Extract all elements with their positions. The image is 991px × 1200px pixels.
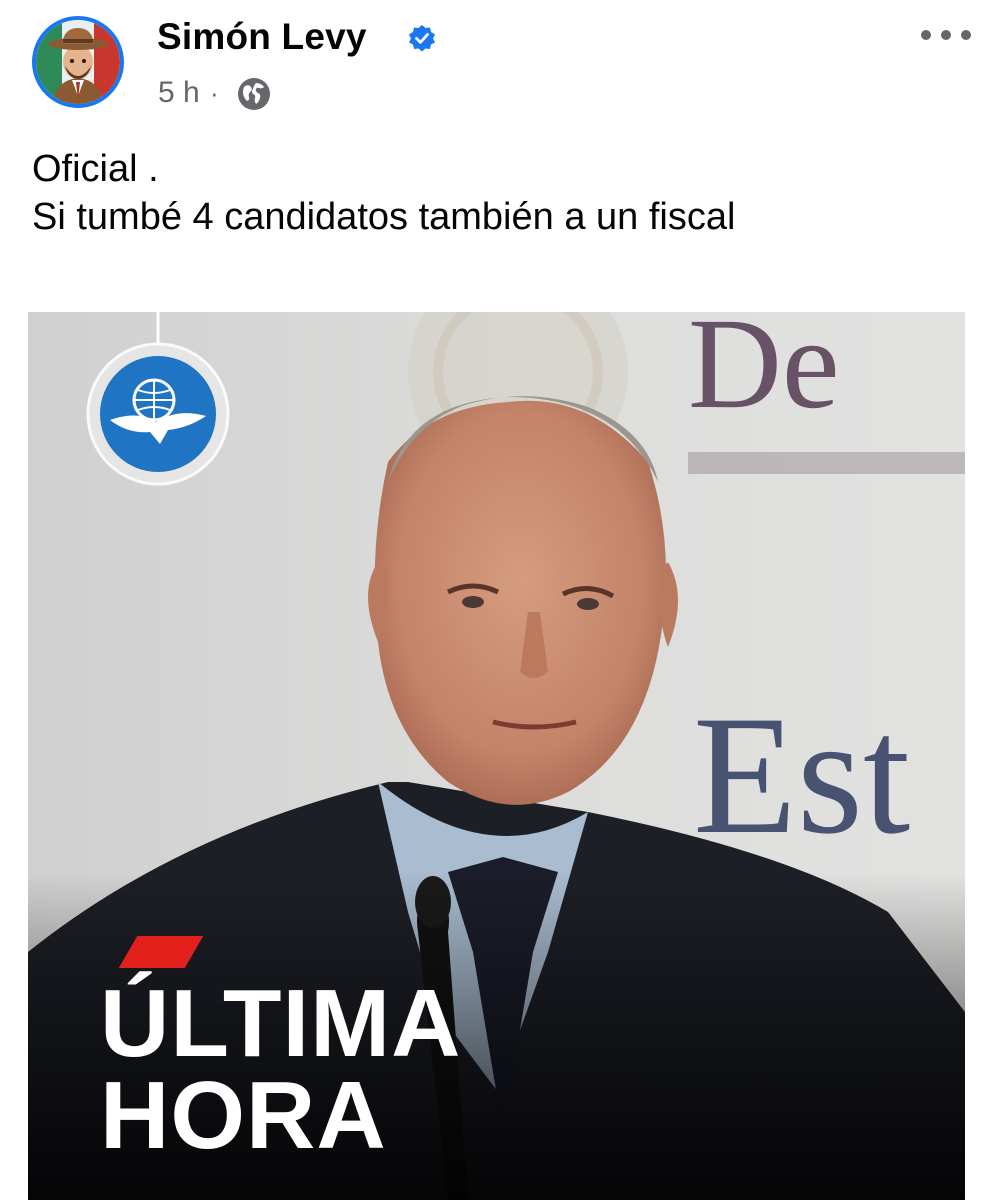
globe-icon[interactable] [237,77,271,111]
post-text-line: Oficial . [32,148,159,190]
verified-badge-icon [409,25,435,52]
background-text-top: De [688,312,840,436]
headline-line-1: ÚLTIMA [100,970,462,1077]
eagle-globe-logo-icon [100,356,216,472]
more-options-icon[interactable] [918,22,974,48]
background-text-bottom: Est [693,681,910,869]
author-name[interactable]: Simón Levy [157,16,367,58]
cartoon-avatar-icon [36,20,120,104]
author-avatar[interactable] [32,16,124,108]
post-body: Oficial . Si tumbé 4 candidatos también … [32,145,962,241]
post-header: Simón Levy 5 h · [0,0,991,135]
post-timestamp[interactable]: 5 h [158,76,200,110]
headline-banner: ÚLTIMA HORA [100,970,462,1169]
post-text-line: Si tumbé 4 candidatos también a un fisca… [32,196,736,238]
meta-separator: · [210,78,219,108]
headline-line-2: HORA [100,1062,387,1169]
